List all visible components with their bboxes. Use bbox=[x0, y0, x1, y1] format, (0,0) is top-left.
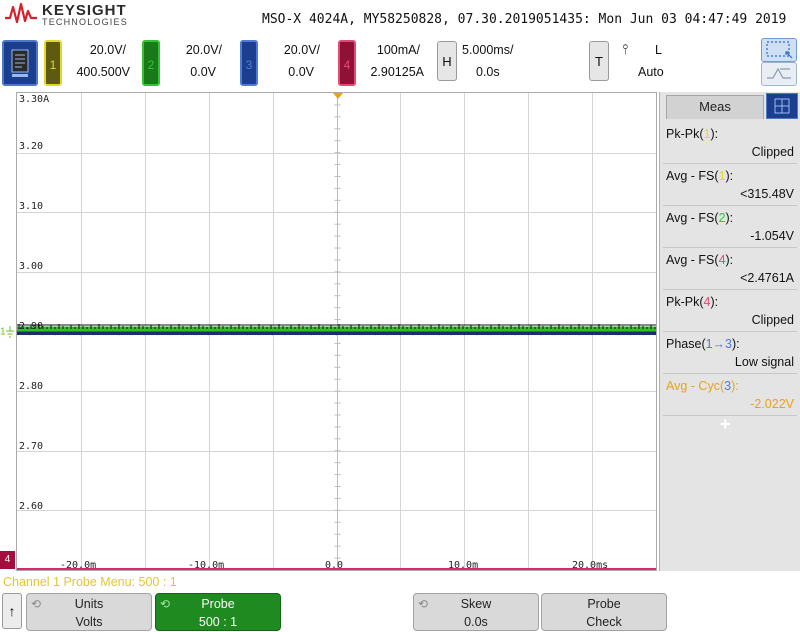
x-axis-label: -10.0m bbox=[188, 560, 225, 571]
main-menu-button[interactable] bbox=[2, 40, 38, 86]
keysight-logo-icon bbox=[5, 2, 37, 24]
waveform-grid bbox=[17, 93, 656, 570]
x-axis-label: 0.0 bbox=[325, 560, 344, 571]
measurement-item[interactable]: Avg - Cyc(3): -2.022V bbox=[663, 374, 797, 416]
zoom-box-icon bbox=[766, 41, 793, 59]
channel-4-ground-marker[interactable]: 4 bbox=[0, 551, 15, 569]
measurement-value: <315.48V bbox=[740, 187, 794, 201]
brand-subtitle: TECHNOLOGIES bbox=[42, 17, 128, 27]
y-axis-label: 3.20 bbox=[19, 141, 44, 152]
skew-softkey-value: 0.0s bbox=[464, 615, 488, 629]
channel-2-button[interactable]: 2 bbox=[142, 40, 160, 86]
channel-4-scale: 100mA/ bbox=[376, 43, 420, 57]
measurement-item[interactable]: Phase(1→3): Low signal bbox=[663, 332, 797, 374]
tab-grid-view[interactable] bbox=[766, 93, 798, 119]
probe-attenuation-softkey[interactable]: ⟲ Probe 500 : 1 bbox=[155, 593, 281, 631]
channel-4-button[interactable]: 4 bbox=[338, 40, 356, 86]
channel-3-scale: 20.0V/ bbox=[283, 43, 320, 57]
channel-1-button[interactable]: 1 bbox=[44, 40, 62, 86]
measurement-item[interactable]: Avg - FS(1): <315.48V bbox=[663, 164, 797, 206]
channel-2-offset: 0.0V bbox=[190, 65, 216, 79]
measurement-name: Avg - FS(1): bbox=[666, 169, 734, 183]
measurement-value: -1.054V bbox=[750, 229, 794, 243]
y-axis-label: 3.10 bbox=[19, 201, 44, 212]
measurement-name: Phase(1→3): bbox=[666, 337, 740, 351]
measurement-name: Pk-Pk(4): bbox=[666, 295, 719, 309]
probe-check-label-2: Check bbox=[586, 615, 622, 629]
knob-icon: ⟲ bbox=[31, 597, 42, 611]
trigger-button[interactable]: T bbox=[589, 41, 609, 81]
trigger-position-marker bbox=[333, 93, 343, 99]
measurement-name: Pk-Pk(1): bbox=[666, 127, 719, 141]
channel-3-number: 3 bbox=[245, 58, 253, 72]
y-axis-label: 3.30A bbox=[19, 94, 50, 105]
trigger-mode: Auto bbox=[638, 65, 664, 79]
probe-softkey-value: 500 : 1 bbox=[198, 615, 238, 629]
channel-3-offset: 0.0V bbox=[288, 65, 314, 79]
tab-meas[interactable]: Meas bbox=[666, 95, 764, 119]
x-axis-label: -20.0m bbox=[60, 560, 97, 571]
horizontal-delay: 0.0s bbox=[476, 65, 500, 79]
channel-1-offset: 400.500V bbox=[76, 65, 130, 79]
knob-icon: ⟲ bbox=[160, 597, 171, 611]
document-icon bbox=[11, 49, 29, 77]
waveform-display[interactable] bbox=[16, 92, 657, 571]
channel-4-number: 4 bbox=[343, 58, 351, 72]
channel-4-offset: 2.90125A bbox=[370, 65, 424, 79]
y-axis-label: 2.80 bbox=[19, 381, 44, 392]
y-axis-label: 3.00 bbox=[19, 261, 44, 272]
window-title: MSO-X 4024A, MY58250828, 07.30.201905143… bbox=[262, 12, 787, 27]
probe-menu-title: Channel 1 Probe Menu: 500 : 1 bbox=[3, 575, 177, 589]
tab-meas-label: Meas bbox=[699, 99, 731, 114]
measurement-name: Avg - Cyc(3): bbox=[666, 379, 739, 393]
measurement-value: -2.022V bbox=[750, 397, 794, 411]
measurement-item[interactable]: Pk-Pk(4): Clipped bbox=[663, 290, 797, 332]
measurement-item[interactable]: Avg - FS(2): -1.054V bbox=[663, 206, 797, 248]
trigger-slope-icon: ⫯ bbox=[622, 41, 629, 57]
y-axis-label: 2.70 bbox=[19, 441, 44, 452]
horizontal-scale: 5.000ms/ bbox=[462, 43, 514, 57]
grid-view-icon bbox=[774, 98, 790, 114]
probe-softkey-label: Probe bbox=[201, 597, 235, 611]
measurement-item[interactable]: Pk-Pk(1): Clipped bbox=[663, 122, 797, 164]
channel-2-number: 2 bbox=[147, 58, 155, 72]
measurement-item[interactable]: Avg - FS(4): <2.4761A bbox=[663, 248, 797, 290]
x-axis-label: 10.0m bbox=[448, 560, 479, 571]
channel-1-ground-marker[interactable]: 1 bbox=[0, 326, 15, 340]
measurement-name: Avg - FS(2): bbox=[666, 211, 734, 225]
y-axis-label: 2.90 bbox=[19, 321, 44, 332]
probe-check-label: Probe bbox=[587, 597, 621, 611]
zoom-select-button[interactable] bbox=[761, 38, 797, 62]
measurement-value: Low signal bbox=[734, 355, 794, 369]
channel-2-scale: 20.0V/ bbox=[185, 43, 222, 57]
channel-1-scale: 20.0V/ bbox=[89, 43, 126, 57]
skew-softkey[interactable]: ⟲ Skew 0.0s bbox=[413, 593, 539, 631]
units-softkey[interactable]: ⟲ Units Volts bbox=[26, 593, 152, 631]
measurement-value: <2.4761A bbox=[740, 271, 794, 285]
waveform-tool-button[interactable] bbox=[761, 62, 797, 86]
units-softkey-value: Volts bbox=[75, 615, 103, 629]
trigger-level-label: L bbox=[655, 43, 662, 57]
knob-icon: ⟲ bbox=[418, 597, 429, 611]
measurement-value: Clipped bbox=[751, 313, 794, 327]
channel-1-number: 1 bbox=[49, 58, 57, 72]
measurement-list: Pk-Pk(1): Clipped Avg - FS(1): <315.48V Avg … bbox=[663, 122, 797, 416]
measurement-value: Clipped bbox=[751, 145, 794, 159]
ground-icon bbox=[5, 326, 14, 338]
measurement-name: Avg - FS(4): bbox=[666, 253, 734, 267]
menu-up-button[interactable]: ↑ bbox=[2, 593, 22, 629]
add-measurement-button[interactable]: + bbox=[720, 414, 731, 435]
waveform-tool-icon bbox=[767, 67, 791, 79]
units-softkey-label: Units bbox=[74, 597, 104, 611]
horizontal-button[interactable]: H bbox=[437, 41, 457, 81]
channel-3-button[interactable]: 3 bbox=[240, 40, 258, 86]
x-axis-label: 20.0ms bbox=[572, 560, 609, 571]
probe-check-softkey[interactable]: Probe Check bbox=[541, 593, 667, 631]
skew-softkey-label: Skew bbox=[460, 597, 492, 611]
y-axis-label: 2.60 bbox=[19, 501, 44, 512]
